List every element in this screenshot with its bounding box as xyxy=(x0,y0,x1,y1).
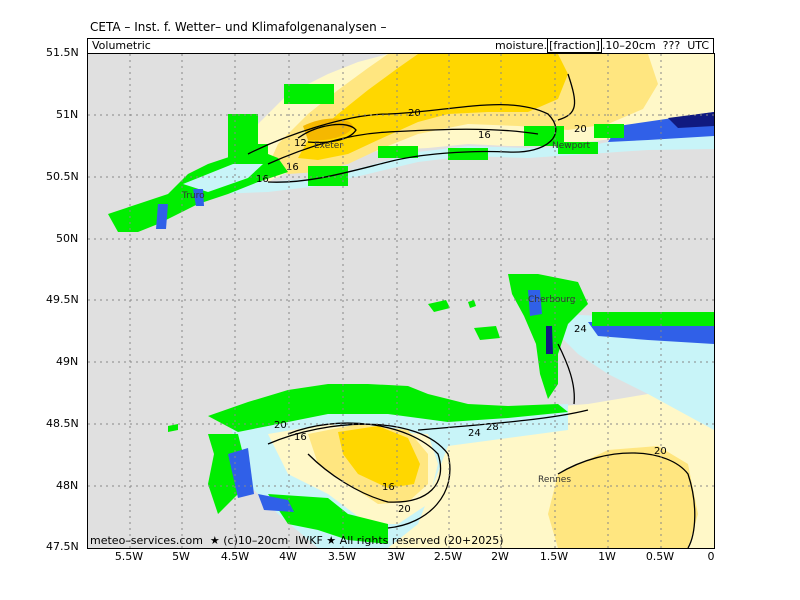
green-cell xyxy=(592,312,714,326)
contour-label: 16 xyxy=(256,174,269,185)
map-panel: 12 16 20 16 20 16 20 24 28 24 20 16 16 2… xyxy=(87,53,715,549)
contour-label: 20 xyxy=(408,108,421,119)
city-label-truro: Truro xyxy=(181,191,205,201)
contour-label: 16 xyxy=(382,482,395,493)
contour-label: 16 xyxy=(286,162,299,173)
cornwall-blue xyxy=(156,204,168,229)
map-svg: 12 16 20 16 20 16 20 24 28 24 20 16 16 2… xyxy=(88,54,714,548)
units-label: moisture. [fraction] .10–20cm ??? UTC xyxy=(495,38,709,53)
green-cell xyxy=(378,146,418,158)
y-tick-label: 48.5N xyxy=(46,417,79,430)
x-tick-label: 3W xyxy=(387,550,405,563)
y-tick-label: 51.5N xyxy=(46,46,79,59)
y-tick-label: 49.5N xyxy=(46,293,79,306)
green-cell xyxy=(228,114,258,144)
contour-label: 24 xyxy=(574,324,587,335)
contour-label: 16 xyxy=(478,130,491,141)
contour-label: 24 xyxy=(468,428,481,439)
x-tick-label: 5W xyxy=(172,550,190,563)
x-tick-label: 4W xyxy=(279,550,297,563)
green-cell xyxy=(284,84,334,104)
x-tick-label: 0 xyxy=(707,550,715,563)
city-label-newport: Newport xyxy=(552,141,591,151)
x-tick-label: 5.5W xyxy=(114,550,144,563)
x-tick-label: 0.5W xyxy=(645,550,675,563)
variable-label: Volumetric xyxy=(92,39,151,52)
city-label-exeter: Exeter xyxy=(314,141,343,151)
contour-label: 20 xyxy=(274,420,287,431)
y-tick-label: 47.5N xyxy=(46,540,79,553)
chart-title: CETA – Inst. f. Wetter– und Klimafolgena… xyxy=(90,20,387,34)
y-tick-label: 49N xyxy=(56,355,79,368)
units-fraction: [fraction] xyxy=(547,38,602,53)
units-prefix: moisture. xyxy=(495,39,548,52)
green-cell xyxy=(594,124,624,138)
y-tick-label: 51N xyxy=(56,108,79,121)
contour-label: 16 xyxy=(294,432,307,443)
x-tick-label: 1.5W xyxy=(539,550,569,563)
units-suffix: .10–20cm ??? UTC xyxy=(601,39,709,52)
cotentin-darkblue xyxy=(546,326,553,354)
header-box: Volumetric moisture. [fraction] .10–20cm ?… xyxy=(87,38,714,54)
green-cell xyxy=(448,148,488,160)
x-tick-label: 3.5W xyxy=(327,550,357,563)
x-tick-label: 1W xyxy=(598,550,616,563)
contour-label: 20 xyxy=(654,446,667,457)
y-tick-label: 50N xyxy=(56,232,79,245)
y-tick-label: 48N xyxy=(56,479,79,492)
x-tick-label: 2W xyxy=(491,550,509,563)
y-tick-label: 50.5N xyxy=(46,170,79,183)
contour-label: 12 xyxy=(294,138,307,149)
contour-label: 20 xyxy=(574,124,587,135)
x-tick-label: 4.5W xyxy=(220,550,250,563)
copyright-credit: meteo–services.com ★ (c)10–20cm IWKF ★ A… xyxy=(90,534,504,547)
x-tick-label: 2.5W xyxy=(433,550,463,563)
contour-label: 20 xyxy=(398,504,411,515)
